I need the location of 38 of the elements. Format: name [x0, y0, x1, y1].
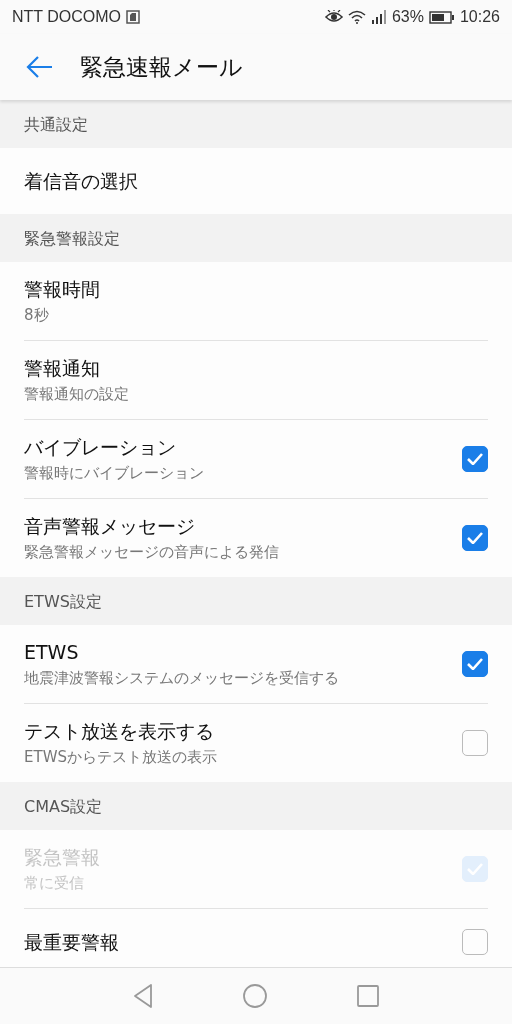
row-subtitle: 8秒 — [24, 305, 50, 326]
home-icon[interactable] — [242, 983, 268, 1009]
wifi-icon — [347, 10, 366, 24]
recents-icon[interactable] — [356, 984, 380, 1008]
checkbox[interactable] — [462, 446, 488, 472]
row-title: 最重要警報 — [24, 930, 120, 955]
checkbox[interactable] — [462, 525, 488, 551]
row-title: 緊急警報 — [24, 845, 101, 870]
row-title: 音声警報メッセージ — [24, 514, 196, 539]
checkmark-icon — [467, 863, 483, 875]
signal-icon — [370, 10, 387, 24]
checkmark-icon — [467, 453, 483, 465]
row-subtitle: 警報時にバイブレーション — [24, 463, 205, 484]
row-subtitle: 地震津波警報システムのメッセージを受信する — [24, 668, 340, 689]
clock-time: 10:26 — [459, 8, 500, 26]
sim-card-icon — [126, 10, 141, 24]
checkmark-icon — [467, 658, 483, 670]
row-title: 着信音の選択 — [24, 169, 139, 194]
row-title: ETWS — [24, 640, 80, 665]
checkbox[interactable] — [462, 651, 488, 677]
row-title: テスト放送を表示する — [24, 719, 215, 744]
screen-title: 緊急速報メール — [80, 52, 243, 82]
row-title: 警報通知 — [24, 356, 101, 381]
row-subtitle: 常に受信 — [24, 873, 85, 894]
back-arrow-icon[interactable] — [26, 55, 54, 79]
row-subtitle: ETWSからテスト放送の表示 — [24, 747, 218, 768]
row-title: バイブレーション — [24, 435, 177, 460]
back-icon[interactable] — [132, 983, 154, 1009]
eye-icon — [324, 10, 343, 24]
carrier-name: NTT DOCOMO — [12, 8, 122, 26]
checkmark-icon — [467, 532, 483, 544]
row-title: 警報時間 — [24, 277, 101, 302]
battery-icon — [428, 10, 455, 24]
row-subtitle: 警報通知の設定 — [24, 384, 130, 405]
row-subtitle: 緊急警報メッセージの音声による発信 — [24, 542, 280, 563]
checkbox[interactable] — [462, 929, 488, 955]
battery-percent: 63% — [391, 8, 424, 26]
checkbox[interactable] — [462, 730, 488, 756]
